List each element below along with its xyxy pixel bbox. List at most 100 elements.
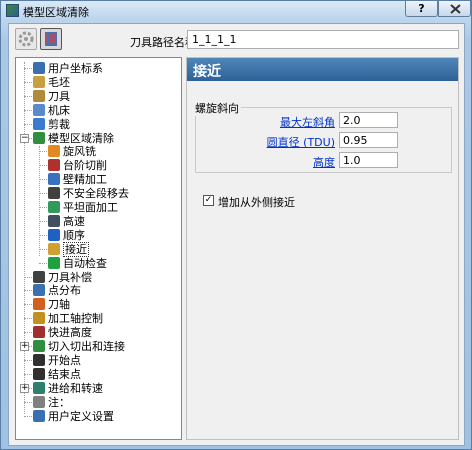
approach-panel: 接近 螺旋斜向 最大左斜角 圆直径 (TDU) 高度 ✓ 增加从外侧接近 bbox=[186, 57, 459, 440]
area-clear-icon bbox=[33, 132, 45, 144]
title-bar[interactable]: 模型区域清除 ? bbox=[1, 1, 471, 21]
tree-item-stock[interactable]: 毛坯 bbox=[33, 76, 70, 89]
tree-item-notes[interactable]: 注： bbox=[33, 396, 70, 409]
flat-machining-icon bbox=[48, 201, 60, 213]
tree-item-order[interactable]: 顺序 bbox=[48, 229, 85, 242]
tree-item-tool-compensation[interactable]: 刀具补偿 bbox=[33, 271, 92, 284]
wall-finish-icon bbox=[48, 173, 60, 185]
feeds-speeds-icon bbox=[33, 382, 45, 394]
max-ramp-angle-label[interactable]: 最大左斜角 bbox=[227, 114, 335, 130]
tree-item-label: 高速 bbox=[63, 215, 85, 228]
tree-item-label: 平坦面加工 bbox=[63, 201, 118, 214]
tree-line bbox=[24, 124, 32, 125]
tree-item-vortex[interactable]: 旋风铣 bbox=[48, 145, 96, 158]
tree-item-tool[interactable]: 刀具 bbox=[33, 90, 70, 103]
tree-item-area-clear[interactable]: 模型区域清除 bbox=[33, 132, 114, 145]
tree-item-limit[interactable]: 剪裁 bbox=[33, 118, 70, 131]
tree-line bbox=[24, 374, 32, 375]
tree-line bbox=[39, 221, 47, 222]
expand-toggle[interactable]: + bbox=[20, 384, 29, 393]
expand-toggle[interactable]: − bbox=[20, 134, 29, 143]
tree-item-label: 用户坐标系 bbox=[48, 62, 103, 75]
tree-item-label: 旋风铣 bbox=[63, 145, 96, 158]
settings-tree[interactable]: 用户坐标系 毛坯 刀具 机床 剪裁 − 模型区域清除 旋风铣 台阶切削 壁精加工 不安全段移去 平坦面… bbox=[15, 57, 182, 440]
axis-control-icon bbox=[33, 312, 45, 324]
tree-item-label: 进给和转速 bbox=[48, 382, 103, 395]
tree-item-approach[interactable]: 接近 bbox=[48, 242, 89, 257]
gear-icon bbox=[18, 31, 34, 47]
toolpath-name-input[interactable] bbox=[187, 30, 459, 49]
tree-line bbox=[24, 304, 32, 305]
tree-line bbox=[24, 62, 25, 414]
tree-line bbox=[39, 193, 47, 194]
max-ramp-angle-input[interactable] bbox=[339, 112, 398, 128]
panel-title: 接近 bbox=[187, 58, 458, 81]
tree-line bbox=[24, 360, 32, 361]
tree-item-label: 模型区域清除 bbox=[48, 132, 114, 145]
close-button[interactable] bbox=[438, 1, 471, 17]
tree-item-step-cut[interactable]: 台阶切削 bbox=[48, 159, 107, 172]
leads-links-icon bbox=[33, 340, 45, 352]
tree-item-start-point[interactable]: 开始点 bbox=[33, 354, 81, 367]
tree-line bbox=[39, 249, 47, 250]
tree-line bbox=[39, 179, 47, 180]
height-input[interactable] bbox=[339, 152, 398, 168]
tree-item-high-speed[interactable]: 高速 bbox=[48, 215, 85, 228]
tree-item-label: 毛坯 bbox=[48, 76, 70, 89]
tree-line bbox=[24, 110, 32, 111]
tree-item-axis-control[interactable]: 加工轴控制 bbox=[33, 312, 103, 325]
block-icon bbox=[33, 76, 45, 88]
tree-line bbox=[24, 82, 32, 83]
tree-item-wall-finish[interactable]: 壁精加工 bbox=[48, 173, 107, 186]
tree-line bbox=[24, 416, 32, 417]
ucs-icon bbox=[33, 62, 45, 74]
vortex-icon bbox=[48, 145, 60, 157]
tree-item-label: 注： bbox=[48, 396, 70, 409]
tree-line bbox=[39, 235, 47, 236]
circle-diameter-label[interactable]: 圆直径 (TDU) bbox=[227, 134, 335, 150]
tree-item-label: 用户定义设置 bbox=[48, 410, 114, 423]
tree-item-label: 切入切出和连接 bbox=[48, 340, 125, 353]
auto-verify-icon bbox=[48, 257, 60, 269]
tree-item-label: 顺序 bbox=[63, 229, 85, 242]
help-button[interactable]: ? bbox=[405, 1, 438, 17]
tree-item-label: 接近 bbox=[63, 242, 89, 257]
tree-item-unsafe-removal[interactable]: 不安全段移去 bbox=[48, 187, 129, 200]
height-label[interactable]: 高度 bbox=[227, 154, 335, 170]
tree-item-rapid-height[interactable]: 快进高度 bbox=[33, 326, 92, 339]
tree-item-feeds-speeds[interactable]: 进给和转速 bbox=[33, 382, 103, 395]
toolpath-settings-button[interactable] bbox=[15, 28, 37, 50]
tree-item-flat-machining[interactable]: 平坦面加工 bbox=[48, 201, 118, 214]
tree-line bbox=[24, 402, 32, 403]
notes-icon bbox=[33, 396, 45, 408]
tree-line bbox=[24, 277, 32, 278]
tree-line bbox=[39, 207, 47, 208]
close-icon bbox=[450, 4, 461, 14]
tree-item-user-settings[interactable]: 用户定义设置 bbox=[33, 410, 114, 423]
unsafe-removal-icon bbox=[48, 187, 60, 199]
order-icon bbox=[48, 229, 60, 241]
dialog-client: 刀具路径名称 用户坐标系毛坯刀具机床剪裁−模型区域清除旋风铣台阶切削壁精加工不安… bbox=[8, 23, 465, 446]
tree-item-machine[interactable]: 机床 bbox=[33, 104, 70, 117]
tree-line bbox=[39, 263, 47, 264]
app-icon bbox=[6, 4, 19, 17]
tree-line bbox=[24, 290, 32, 291]
tree-item-leads-links[interactable]: 切入切出和连接 bbox=[33, 340, 125, 353]
window-title: 模型区域清除 bbox=[23, 6, 89, 19]
toolpath-edit-button[interactable] bbox=[40, 28, 62, 50]
expand-toggle[interactable]: + bbox=[20, 342, 29, 351]
tree-item-tool-axis[interactable]: 刀轴 bbox=[33, 298, 70, 311]
approach-outside-checkbox[interactable]: ✓ bbox=[203, 195, 214, 206]
tree-item-label: 机床 bbox=[48, 104, 70, 117]
tree-item-point-distribution[interactable]: 点分布 bbox=[33, 284, 81, 297]
tree-line bbox=[39, 146, 40, 256]
tree-line bbox=[39, 151, 47, 152]
circle-diameter-input[interactable] bbox=[339, 132, 398, 148]
tree-item-label: 点分布 bbox=[48, 284, 81, 297]
step-cut-icon bbox=[48, 159, 60, 171]
point-distribution-icon bbox=[33, 284, 45, 296]
tree-item-ucs[interactable]: 用户坐标系 bbox=[33, 62, 103, 75]
tree-item-auto-verify[interactable]: 自动检查 bbox=[48, 257, 107, 270]
tree-item-end-point[interactable]: 结束点 bbox=[33, 368, 81, 381]
approach-outside-label[interactable]: 增加从外侧接近 bbox=[218, 194, 295, 210]
